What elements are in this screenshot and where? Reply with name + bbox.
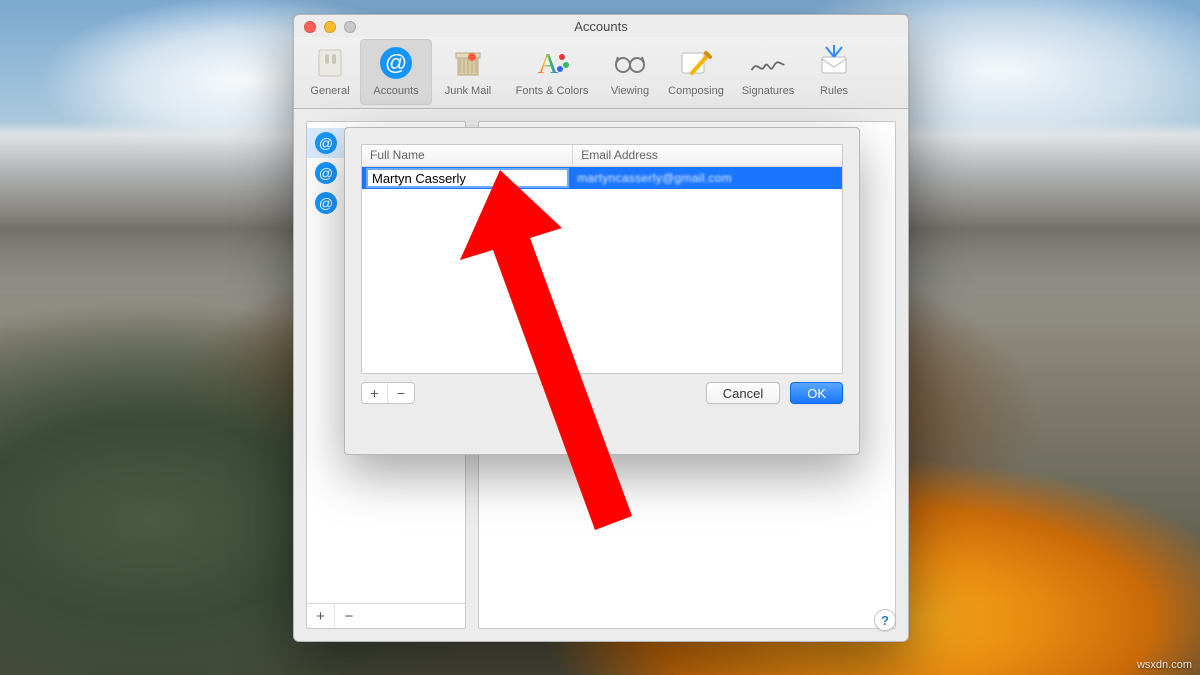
tab-general[interactable]: General: [300, 39, 360, 105]
window-title: Accounts: [574, 19, 627, 34]
help-button[interactable]: ?: [874, 609, 896, 631]
cancel-button[interactable]: Cancel: [706, 382, 780, 404]
sheet-controls: + − Cancel OK: [361, 382, 843, 404]
tab-label: Viewing: [600, 85, 660, 97]
tab-label: Fonts & Colors: [504, 85, 600, 97]
tab-label: Junk Mail: [432, 85, 504, 97]
font-icon: A: [532, 43, 572, 83]
tab-viewing[interactable]: Viewing: [600, 39, 660, 105]
zoom-icon[interactable]: [344, 21, 356, 33]
aliases-table: Full Name Email Address martyncasserly@g…: [361, 144, 843, 374]
preferences-toolbar: General @ Accounts Junk Mail A: [294, 37, 908, 109]
cell-full-name[interactable]: [362, 167, 573, 189]
signature-icon: [748, 43, 788, 83]
ok-button[interactable]: OK: [790, 382, 843, 404]
minimize-icon[interactable]: [324, 21, 336, 33]
tab-accounts[interactable]: @ Accounts: [360, 39, 432, 105]
add-remove-group: + −: [361, 382, 415, 404]
cell-email[interactable]: martyncasserly@gmail.com: [573, 167, 842, 189]
full-name-input[interactable]: [366, 168, 569, 188]
remove-alias-button[interactable]: −: [388, 383, 414, 403]
table-header: Full Name Email Address: [362, 145, 842, 167]
tab-label: Signatures: [732, 85, 804, 97]
column-email-address[interactable]: Email Address: [573, 145, 842, 166]
desktop-background: Accounts General @ Accounts Junk Mai: [0, 0, 1200, 675]
account-badge-icon: @: [315, 162, 337, 184]
switch-icon: [310, 43, 350, 83]
tab-signatures[interactable]: Signatures: [732, 39, 804, 105]
close-icon[interactable]: [304, 21, 316, 33]
account-badge-icon: @: [315, 192, 337, 214]
rules-icon: [814, 43, 854, 83]
svg-text:@: @: [385, 50, 407, 75]
tab-label: Accounts: [360, 85, 432, 97]
tab-rules[interactable]: Rules: [804, 39, 864, 105]
add-alias-button[interactable]: +: [362, 383, 388, 403]
tab-label: Rules: [804, 85, 864, 97]
sidebar-footer: + −: [307, 603, 465, 628]
titlebar[interactable]: Accounts: [294, 15, 908, 37]
accounts-window: Accounts General @ Accounts Junk Mai: [293, 14, 909, 642]
compose-icon: [676, 43, 716, 83]
svg-text:A: A: [538, 49, 559, 80]
account-badge-icon: @: [315, 132, 337, 154]
add-account-button[interactable]: +: [307, 604, 335, 628]
tab-fonts-colors[interactable]: A Fonts & Colors: [504, 39, 600, 105]
column-full-name[interactable]: Full Name: [362, 145, 573, 166]
email-value-blurred: martyncasserly@gmail.com: [577, 171, 732, 185]
table-row[interactable]: martyncasserly@gmail.com: [362, 167, 842, 189]
at-sign-icon: @: [376, 43, 416, 83]
trash-bin-icon: [448, 43, 488, 83]
tab-label: General: [300, 85, 360, 97]
tab-label: Composing: [660, 85, 732, 97]
email-aliases-sheet: Full Name Email Address martyncasserly@g…: [344, 127, 860, 455]
remove-account-button[interactable]: −: [335, 604, 363, 628]
tab-composing[interactable]: Composing: [660, 39, 732, 105]
watermark: wsxdn.com: [1137, 659, 1192, 671]
glasses-icon: [610, 43, 650, 83]
tab-junk-mail[interactable]: Junk Mail: [432, 39, 504, 105]
window-traffic-lights: [304, 21, 356, 33]
